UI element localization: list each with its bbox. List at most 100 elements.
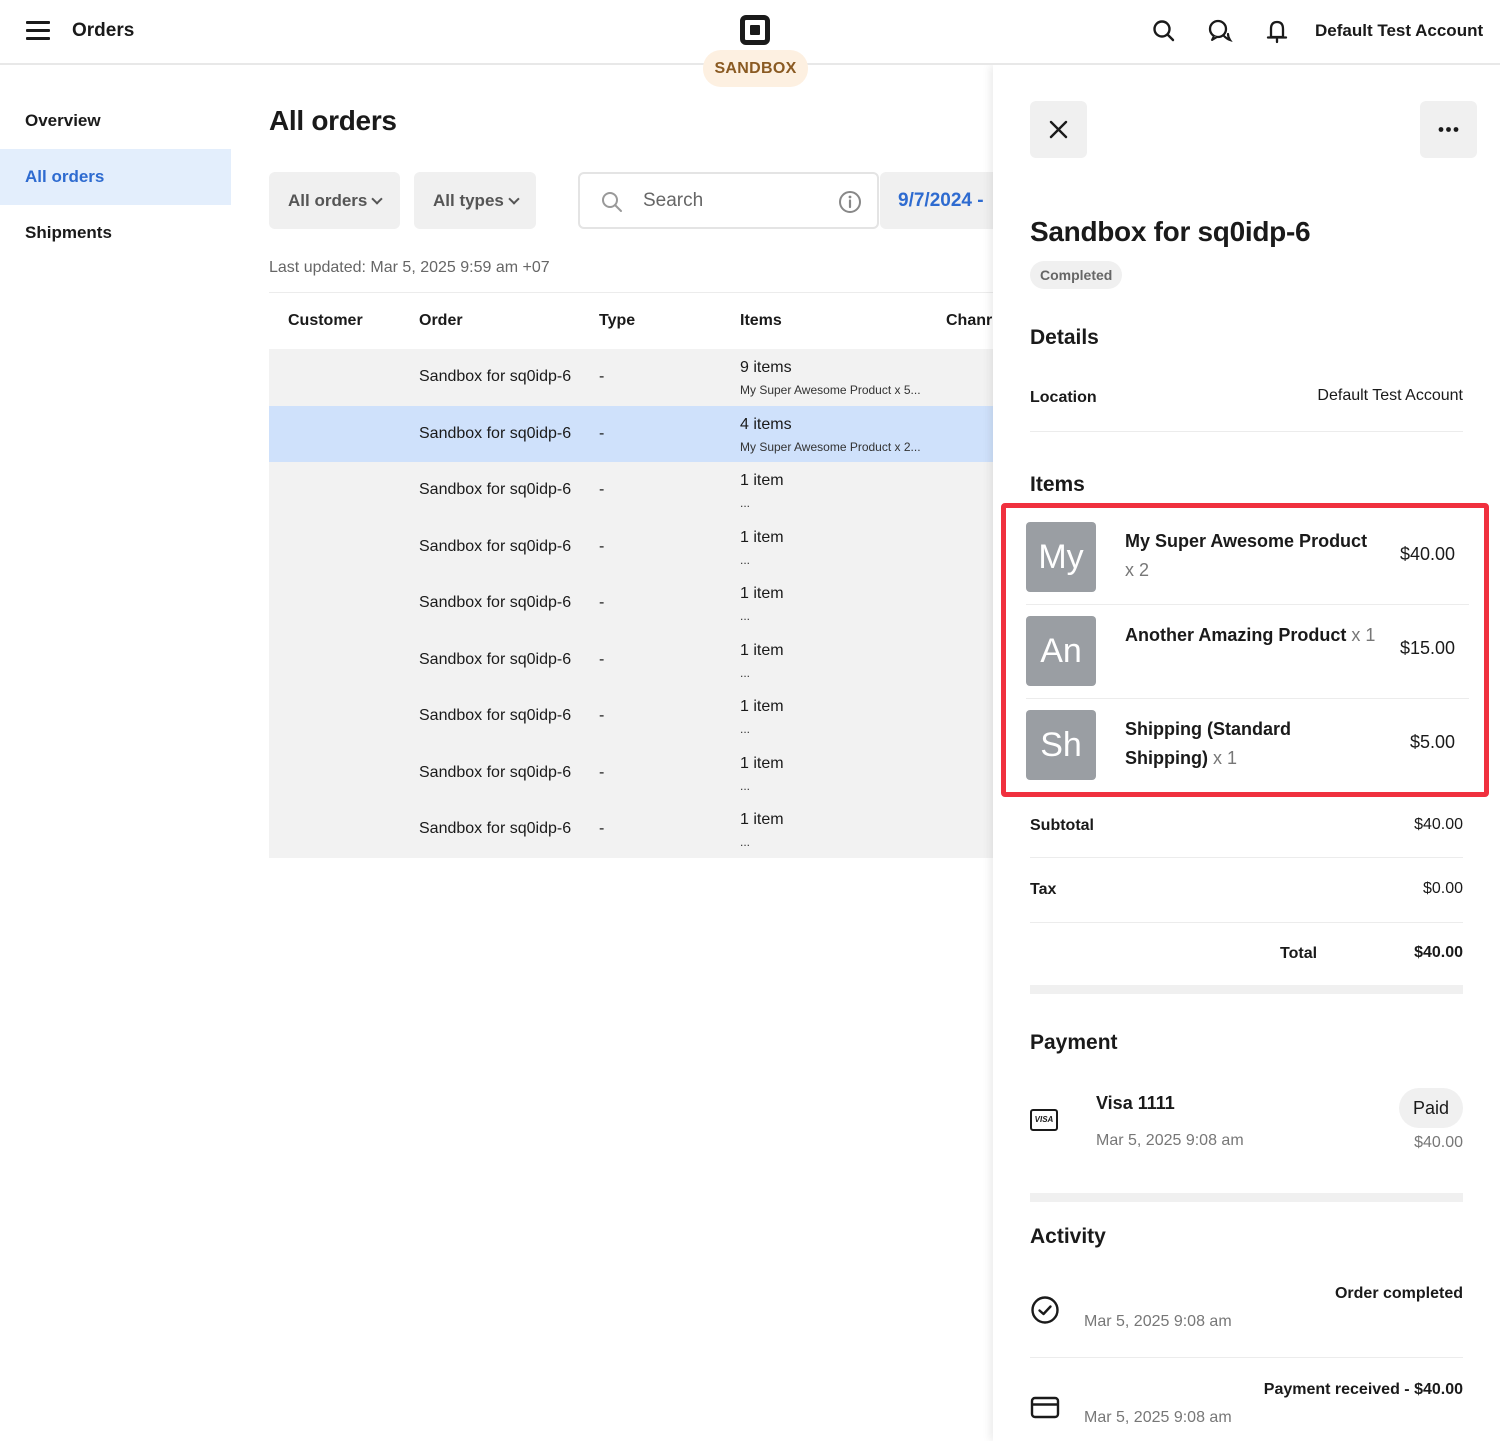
account-menu[interactable]: Default Test Account	[1315, 21, 1483, 41]
item-thumbnail: Sh	[1026, 710, 1096, 780]
divider	[1030, 922, 1463, 923]
line-item[interactable]: Sh Shipping (Standard Shipping) x 1 $5.0…	[1026, 710, 1469, 804]
item-name: Another Amazing Product x 1	[1125, 621, 1385, 650]
items-count: 1 item	[740, 754, 784, 772]
section-divider	[1030, 985, 1463, 994]
sidebar-item-all-orders[interactable]: All orders	[0, 149, 231, 205]
order-detail-drawer: Sandbox for sq0idp-6 Completed Details L…	[993, 65, 1500, 1441]
items-count: 1 item	[740, 472, 784, 489]
sidebar: Overview All orders Shipments	[0, 93, 231, 261]
payment-card: Visa 1111	[1096, 1093, 1175, 1113]
column-header-customer[interactable]: Customer	[288, 312, 363, 330]
items-detail: ...	[740, 835, 751, 849]
item-name: My Super Awesome Product x 2	[1125, 527, 1375, 585]
order-name: Sandbox for sq0idp-6	[419, 424, 572, 442]
square-logo-icon[interactable]	[740, 15, 770, 45]
item-thumbnail: An	[1026, 616, 1096, 686]
subtotal-label: Subtotal	[1030, 817, 1094, 834]
item-thumbnail: My	[1026, 522, 1096, 592]
items-count: 1 item	[740, 698, 784, 715]
table-row[interactable]: Sandbox for sq0idp-6 - 1 item...	[269, 462, 1009, 519]
tax-value: $0.00	[1422, 880, 1463, 897]
column-header-channel[interactable]: Chanr	[946, 312, 992, 330]
table-row[interactable]: Sandbox for sq0idp-6 - 1 item...	[269, 801, 1009, 858]
table-header: Customer Order Type Items Chanr	[269, 293, 1009, 349]
items-highlight-box: My My Super Awesome Product x 2 $40.00 A…	[1001, 503, 1489, 797]
items-detail: ...	[740, 778, 751, 793]
types-filter-dropdown[interactable]: All types	[414, 172, 536, 229]
more-horizontal-icon	[1438, 127, 1459, 132]
location-value: Default Test Account	[1317, 387, 1463, 404]
item-name: Shipping (Standard Shipping) x 1	[1125, 715, 1325, 773]
total-value: $40.00	[1414, 944, 1463, 961]
order-name: Sandbox for sq0idp-6	[419, 368, 572, 385]
item-price: $15.00	[1399, 638, 1455, 658]
close-icon	[1049, 120, 1068, 139]
chat-icon[interactable]	[1207, 18, 1233, 44]
location-label: Location	[1030, 389, 1097, 406]
order-title: Sandbox for sq0idp-6	[1030, 216, 1311, 247]
activity-title: Order completed	[1334, 1285, 1463, 1302]
item-name-text: My Super Awesome Product	[1125, 531, 1368, 551]
orders-table-body: Sandbox for sq0idp-6 - 9 items My Super Awe…	[269, 349, 1009, 858]
order-name: Sandbox for sq0idp-6	[419, 594, 572, 611]
table-row[interactable]: Sandbox for sq0idp-6 - 1 item...	[269, 688, 1009, 745]
sidebar-item-shipments[interactable]: Shipments	[0, 205, 231, 261]
line-item[interactable]: An Another Amazing Product x 1 $15.00	[1026, 616, 1469, 710]
total-label: Total	[1280, 945, 1318, 962]
search-field[interactable]	[578, 172, 879, 229]
credit-card-icon	[1030, 1396, 1060, 1419]
menu-icon[interactable]	[26, 21, 50, 41]
table-row[interactable]: Sandbox for sq0idp-6 - 1 item...	[269, 744, 1009, 801]
chevron-down-icon	[508, 193, 520, 205]
bell-icon[interactable]	[1264, 18, 1290, 44]
column-header-order[interactable]: Order	[419, 312, 463, 330]
orders-filter-label: All orders	[288, 191, 368, 210]
info-icon[interactable]	[838, 190, 862, 214]
order-name: Sandbox for sq0idp-6	[419, 537, 572, 555]
activity-heading: Activity	[1030, 1225, 1106, 1248]
items-heading: Items	[1030, 473, 1085, 496]
column-header-items[interactable]: Items	[740, 312, 782, 330]
check-circle-icon	[1031, 1296, 1059, 1324]
items-detail: My Super Awesome Product x 5...	[740, 383, 921, 397]
order-name: Sandbox for sq0idp-6	[419, 763, 572, 781]
items-count: 1 item	[740, 585, 784, 602]
order-type: -	[599, 368, 605, 385]
sidebar-item-overview[interactable]: Overview	[0, 93, 231, 149]
table-row[interactable]: Sandbox for sq0idp-6 - 1 item...	[269, 631, 1009, 688]
items-count: 1 item	[740, 811, 784, 828]
item-price: $40.00	[1399, 544, 1455, 564]
details-heading: Details	[1030, 326, 1099, 349]
items-count: 1 item	[740, 528, 784, 546]
table-row[interactable]: Sandbox for sq0idp-6 - 9 items My Super Awe…	[269, 349, 1009, 406]
order-name: Sandbox for sq0idp-6	[419, 707, 572, 724]
table-row[interactable]: Sandbox for sq0idp-6 - 1 item...	[269, 518, 1009, 575]
orders-filter-dropdown[interactable]: All orders	[269, 172, 400, 229]
app-title: Orders	[72, 20, 135, 41]
order-type: -	[599, 424, 605, 442]
more-options-button[interactable]	[1420, 101, 1477, 158]
subtotal-value: $40.00	[1414, 816, 1463, 833]
search-icon[interactable]	[1151, 18, 1177, 44]
search-input[interactable]	[643, 188, 823, 214]
tax-label: Tax	[1030, 881, 1057, 898]
order-type: -	[599, 763, 605, 781]
close-button[interactable]	[1030, 101, 1087, 158]
order-type: -	[599, 481, 605, 498]
order-type: -	[599, 537, 605, 555]
page-title: All orders	[269, 105, 397, 136]
table-row[interactable]: Sandbox for sq0idp-6 - 1 item...	[269, 575, 1009, 632]
order-type: -	[599, 820, 605, 837]
order-type: -	[599, 707, 605, 724]
item-name-text: Another Amazing Product	[1125, 625, 1347, 645]
table-row[interactable]: Sandbox for sq0idp-6 - 4 items My Super Awe…	[269, 405, 1009, 462]
activity-date: Mar 5, 2025 9:08 am	[1084, 1409, 1232, 1426]
order-type: -	[599, 594, 605, 611]
activity-title: Payment received - $40.00	[1263, 1381, 1463, 1398]
column-header-type[interactable]: Type	[599, 312, 635, 330]
item-quantity: x 1	[1213, 748, 1238, 768]
divider	[1030, 1357, 1463, 1358]
line-item[interactable]: My My Super Awesome Product x 2 $40.00	[1026, 522, 1469, 616]
payment-heading: Payment	[1030, 1031, 1118, 1054]
